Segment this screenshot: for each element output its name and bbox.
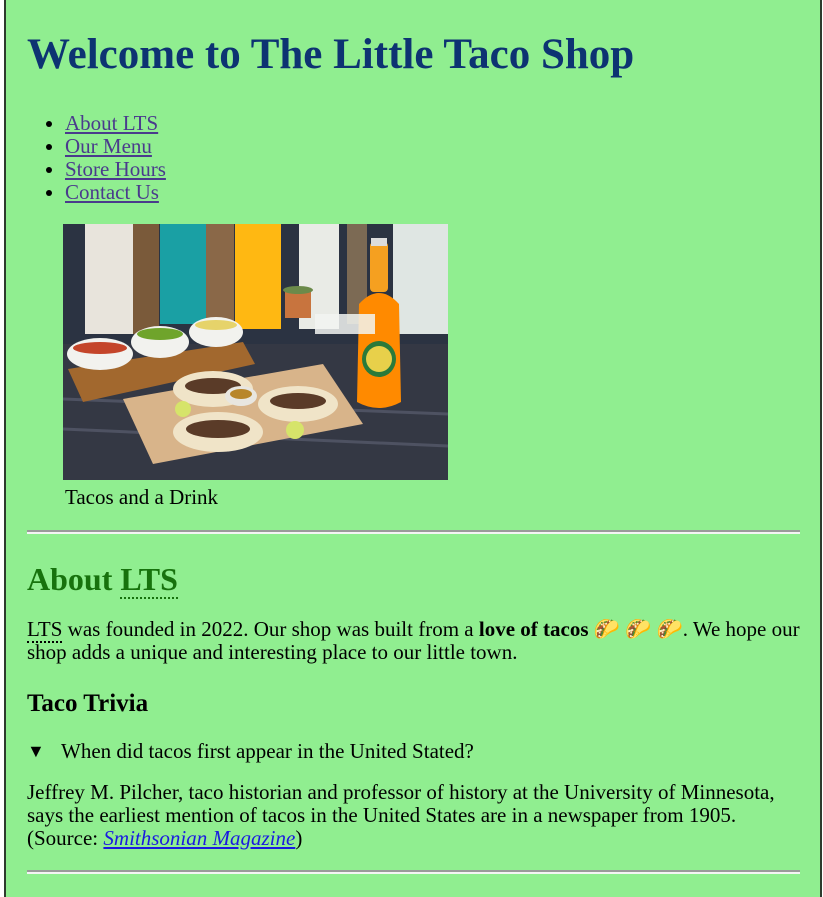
about-heading-abbr: LTS (120, 561, 178, 599)
intro-text-1: was founded in 2022. Our shop was built … (62, 617, 479, 641)
source-prefix: (Source: (27, 826, 104, 850)
nav-link-hours[interactable]: Store Hours (65, 157, 166, 181)
divider (27, 530, 800, 534)
page-title: Welcome to The Little Taco Shop (27, 31, 635, 78)
trivia-question: When did tacos first appear in the Unite… (61, 739, 474, 763)
taco-figure: Tacos and a Drink (63, 224, 800, 509)
intro-bold: love of tacos (478, 617, 589, 641)
site-nav: About LTS Our Menu Store Hours Contact U… (27, 112, 800, 204)
trivia-heading: Taco Trivia (27, 690, 149, 717)
trivia-answer-text: Jeffrey M. Pilcher, taco historian and p… (27, 780, 775, 827)
tacos-drink-photo (63, 224, 448, 480)
nav-item-about: About LTS (65, 112, 800, 135)
nav-link-menu[interactable]: Our Menu (65, 134, 152, 158)
divider-bottom (27, 870, 800, 874)
trivia-answer: Jeffrey M. Pilcher, taco historian and p… (27, 781, 800, 850)
about-heading-text: About (27, 561, 121, 597)
nav-link-contact[interactable]: Contact Us (65, 180, 159, 204)
photo-caption: Tacos and a Drink (65, 485, 219, 509)
page: Welcome to The Little Taco Shop About LT… (4, 0, 822, 897)
nav-item-hours: Store Hours (65, 158, 800, 181)
taco-emojis: 🌮 🌮 🌮 (588, 617, 683, 641)
triangle-down-icon: ▼ (27, 741, 45, 761)
source-suffix: ) (295, 826, 303, 850)
tacos-photo-illustration (63, 224, 448, 480)
about-intro: LTS was founded in 2022. Our shop was bu… (27, 617, 800, 664)
about-heading: About LTS (27, 561, 800, 599)
nav-link-about[interactable]: About LTS (65, 111, 158, 135)
nav-item-menu: Our Menu (65, 135, 800, 158)
source-link[interactable]: Smithsonian Magazine (103, 826, 295, 850)
nav-item-contact: Contact Us (65, 181, 800, 204)
trivia-details-summary[interactable]: ▼ When did tacos first appear in the Uni… (27, 739, 800, 763)
